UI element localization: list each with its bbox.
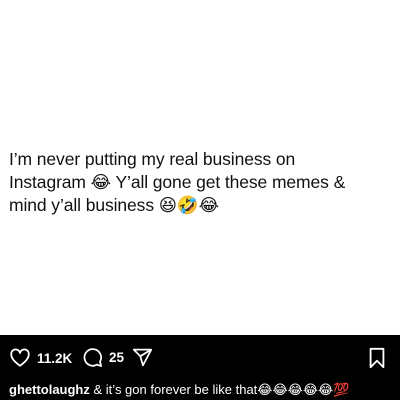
comment-icon [82,347,103,368]
caption-text: & it’s gon forever be like that😂😂😂😂😂💯 [89,382,350,397]
post-image: I’m never putting my real business on In… [0,0,400,335]
comment-count: 25 [109,350,125,365]
action-bar: 11.2K 25 [0,335,400,381]
share-button[interactable] [132,347,153,368]
like-count: 11.2K [37,350,73,366]
comment-button[interactable]: 25 [82,347,124,368]
bookmark-button[interactable] [367,347,387,369]
post-text: I’m never putting my real business on In… [9,149,346,215]
heart-icon [9,347,31,369]
caption-username[interactable]: ghettolaughz [9,382,90,397]
caption: ghettolaughz & it’s gon forever be like … [9,381,394,400]
share-icon [132,347,153,368]
like-button[interactable]: 11.2K [9,347,72,369]
bookmark-icon [367,347,387,369]
